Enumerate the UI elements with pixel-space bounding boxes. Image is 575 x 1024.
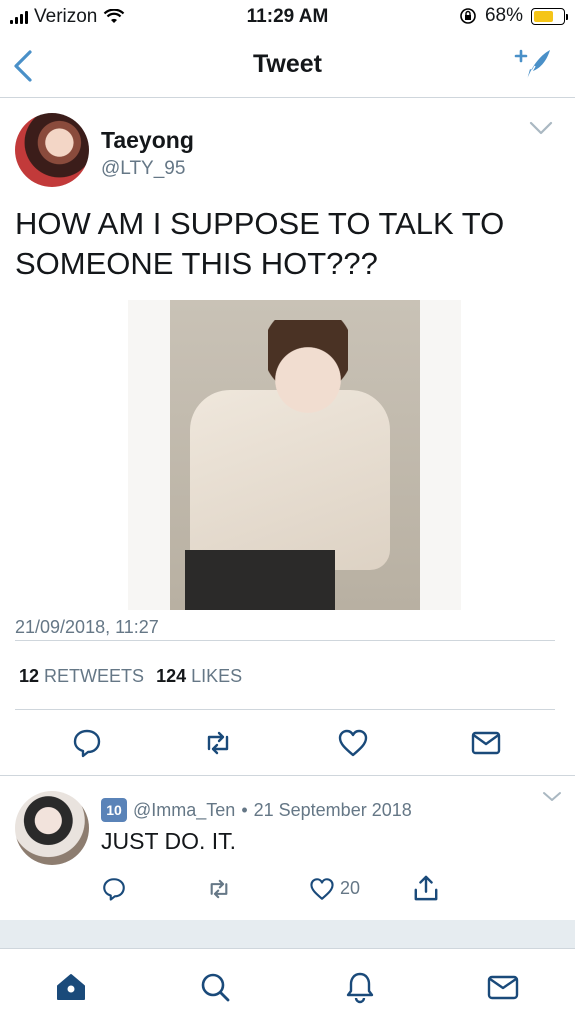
reply-header: 10 @Imma_Ten • 21 September 2018	[101, 798, 412, 822]
status-bar: Verizon 11:29 AM 68%	[0, 0, 575, 34]
like-icon	[338, 729, 368, 757]
author-avatar[interactable]	[15, 113, 89, 187]
compose-feather-icon[interactable]	[513, 44, 553, 84]
tab-messages[interactable]	[486, 970, 520, 1004]
divider	[15, 640, 555, 641]
messages-icon	[487, 975, 519, 1000]
reply-date: 21 September 2018	[253, 799, 412, 820]
retweet-button[interactable]	[202, 727, 234, 759]
notifications-icon	[346, 972, 374, 1004]
content-bottom-band	[0, 920, 575, 948]
share-button[interactable]	[470, 727, 502, 759]
orientation-lock-icon	[460, 8, 476, 24]
reply-button[interactable]	[71, 727, 103, 759]
chevron-down-icon[interactable]	[529, 120, 553, 136]
search-icon	[201, 973, 230, 1002]
reply-icon	[103, 878, 125, 901]
tweet-text: HOW AM I SUPPOSE TO TALK TO SOMEONE THIS…	[15, 206, 505, 281]
reply-handle[interactable]: @Imma_Ten	[133, 800, 235, 821]
tab-notifications[interactable]	[343, 970, 377, 1004]
retweets-stat[interactable]: 12 RETWEETS	[19, 666, 144, 687]
like-button[interactable]	[337, 727, 369, 759]
nav-title: Tweet	[253, 50, 322, 78]
tab-home[interactable]	[54, 970, 88, 1004]
retweet-icon	[210, 879, 228, 899]
battery-icon	[531, 7, 568, 25]
reply-like-button[interactable]	[309, 876, 335, 902]
home-icon	[57, 974, 85, 1000]
author-name[interactable]: Taeyong	[101, 127, 194, 154]
reply-retweet-button[interactable]	[205, 876, 233, 902]
tab-search[interactable]	[198, 970, 232, 1004]
tweet-timestamp: 21/09/2018, 11:27	[15, 617, 159, 637]
section-divider	[0, 775, 575, 776]
likes-stat[interactable]: 124 LIKES	[156, 666, 242, 687]
chevron-down-icon[interactable]	[542, 790, 562, 804]
tweet-media-photo[interactable]	[170, 300, 420, 610]
like-icon	[310, 878, 334, 900]
reply-icon	[73, 729, 101, 758]
status-right: 68%	[459, 5, 568, 27]
author-handle[interactable]: @LTY_95	[101, 158, 185, 180]
divider	[15, 709, 555, 710]
tweet-stats: 12 RETWEETS 124 LIKES	[19, 666, 242, 687]
reply-author-avatar[interactable]	[15, 791, 89, 865]
keycap-ten-emoji: 10	[101, 798, 127, 822]
reply-text: JUST DO. IT.	[101, 828, 237, 854]
battery-percent: 68%	[484, 5, 523, 26]
share-icon	[471, 731, 501, 755]
reply-like-count: 20	[340, 878, 361, 898]
reply-separator: •	[241, 799, 248, 820]
retweet-icon	[207, 731, 229, 755]
nav-bar: Tweet	[0, 34, 575, 98]
reply-reply-button[interactable]	[101, 876, 127, 902]
share-icon	[414, 875, 438, 901]
reply-share-button[interactable]	[413, 874, 439, 902]
